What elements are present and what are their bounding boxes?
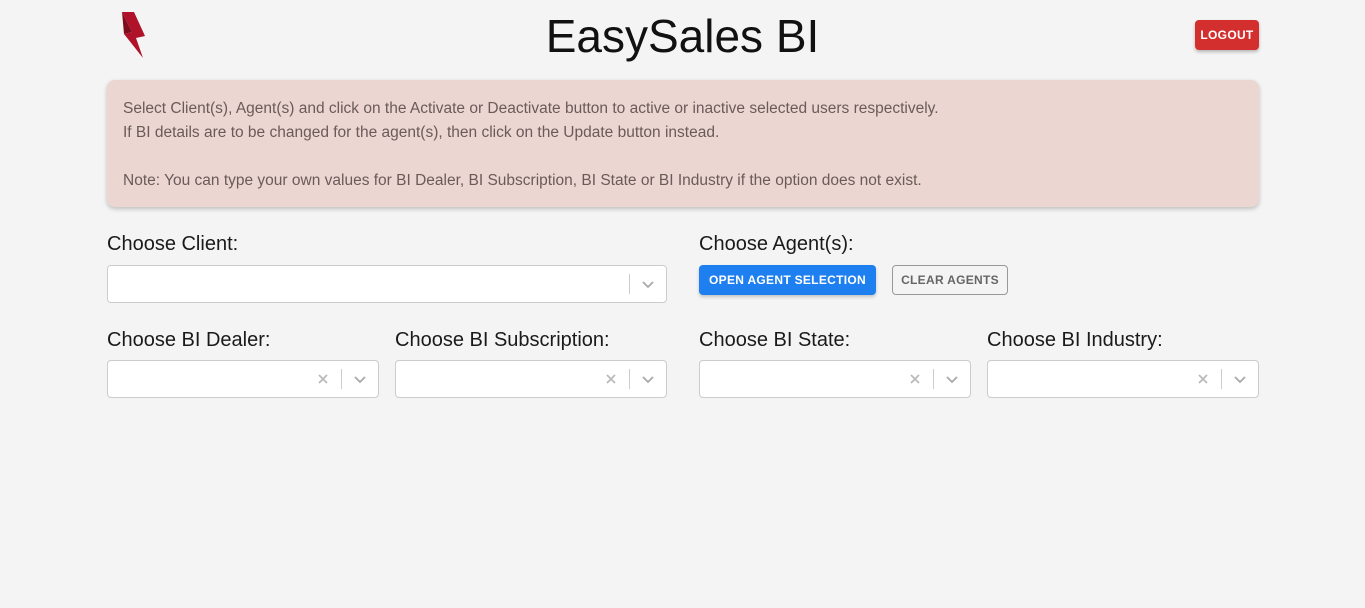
instruction-line-1: Select Client(s), Agent(s) and click on … — [123, 100, 939, 117]
chevron-down-icon[interactable] — [351, 370, 369, 388]
client-select[interactable] — [107, 265, 667, 303]
bi-industry-label: Choose BI Industry: — [987, 329, 1163, 351]
instructions-panel: Select Client(s), Agent(s) and click on … — [107, 80, 1259, 207]
bi-industry-select[interactable] — [987, 360, 1259, 398]
instruction-line-2: If BI details are to be changed for the … — [123, 124, 720, 141]
bi-dealer-select[interactable] — [107, 360, 379, 398]
select-separator — [629, 369, 630, 389]
chevron-down-icon[interactable] — [639, 370, 657, 388]
clear-agents-button[interactable]: CLEAR AGENTS — [892, 265, 1008, 295]
bi-state-select[interactable] — [699, 360, 971, 398]
bi-dealer-label: Choose BI Dealer: — [107, 329, 271, 351]
select-separator — [341, 369, 342, 389]
client-label: Choose Client: — [107, 233, 239, 255]
instruction-note: Note: You can type your own values for B… — [123, 172, 922, 189]
app-header: EasySales BI LOGOUT — [0, 0, 1365, 72]
bi-state-label: Choose BI State: — [699, 329, 851, 351]
chevron-down-icon[interactable] — [1231, 370, 1249, 388]
open-agent-selection-button[interactable]: OPEN AGENT SELECTION — [699, 265, 876, 295]
bi-subscription-label: Choose BI Subscription: — [395, 329, 610, 351]
agents-label: Choose Agent(s): — [699, 233, 854, 255]
page-title: EasySales BI — [545, 10, 820, 62]
clear-icon[interactable] — [1194, 370, 1212, 388]
clear-icon[interactable] — [602, 370, 620, 388]
clear-icon[interactable] — [314, 370, 332, 388]
select-separator — [1221, 369, 1222, 389]
select-separator — [933, 369, 934, 389]
chevron-down-icon[interactable] — [639, 275, 657, 293]
chevron-down-icon[interactable] — [943, 370, 961, 388]
bi-subscription-select[interactable] — [395, 360, 667, 398]
logout-button[interactable]: LOGOUT — [1195, 20, 1259, 50]
select-separator — [629, 274, 630, 294]
clear-icon[interactable] — [906, 370, 924, 388]
